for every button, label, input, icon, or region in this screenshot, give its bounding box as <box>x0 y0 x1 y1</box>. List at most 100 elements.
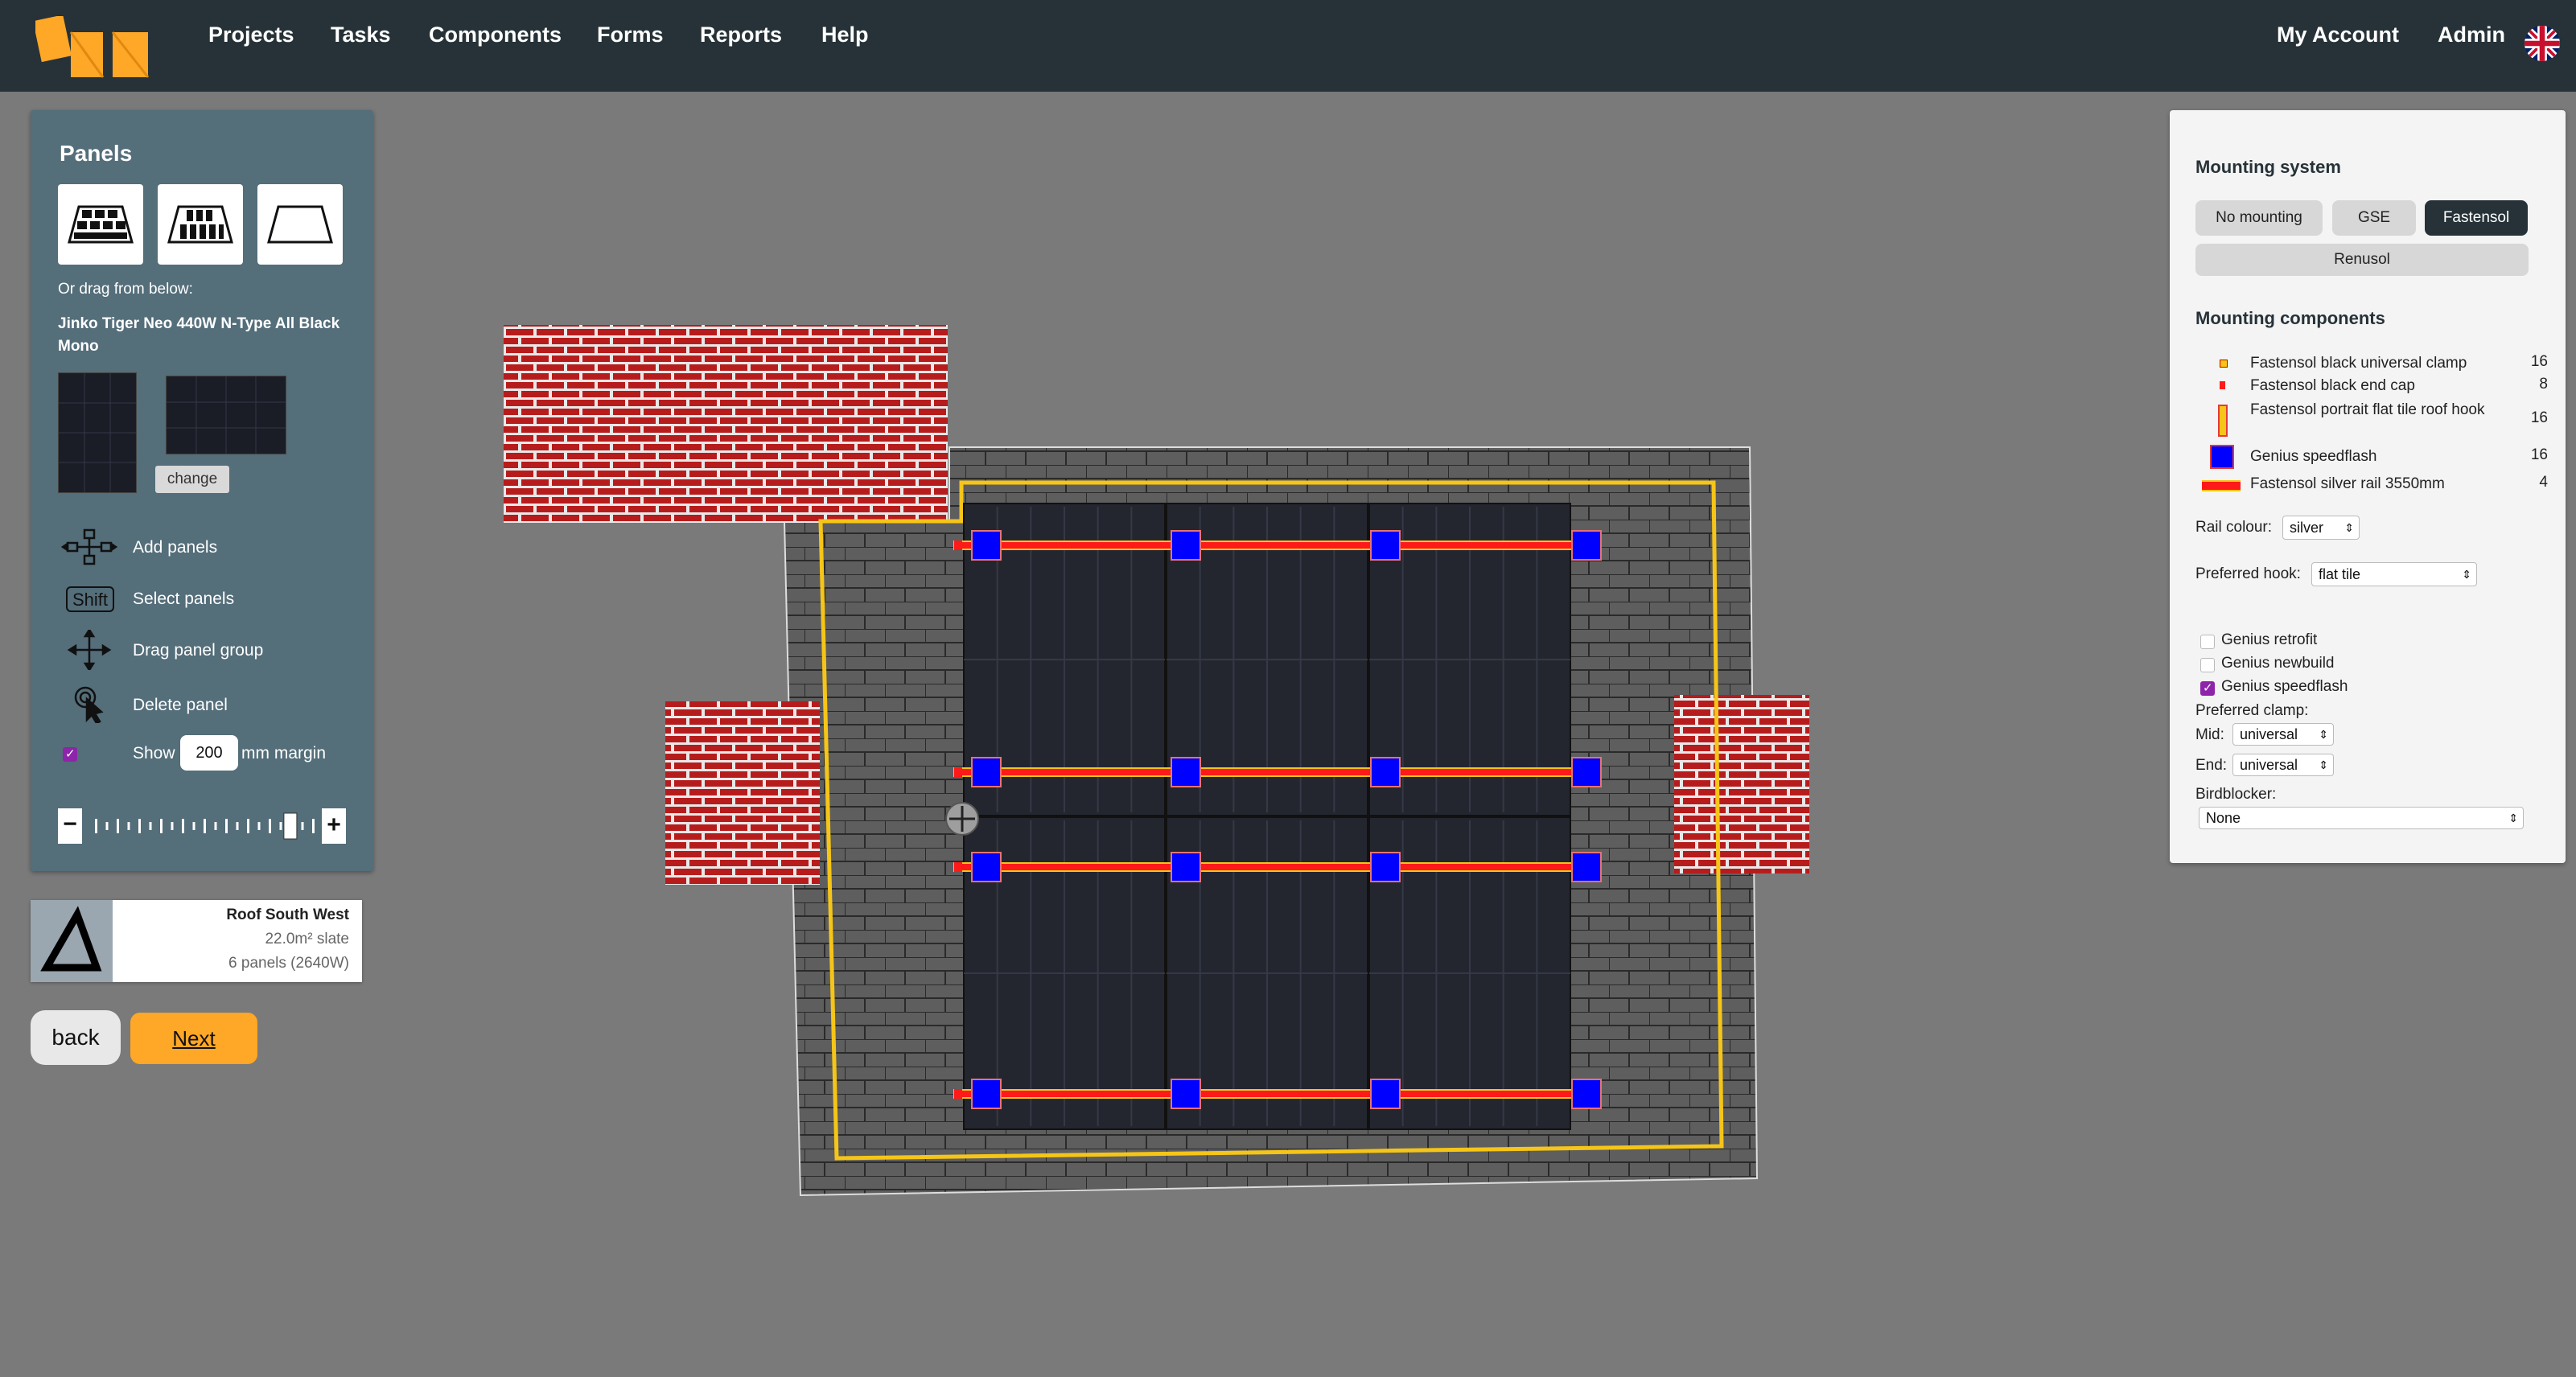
mid-clamp-value: universal <box>2240 726 2298 742</box>
landscape-panels-icon <box>68 205 134 244</box>
speedflash <box>1571 757 1602 787</box>
mounting-option-none[interactable]: No mounting <box>2195 200 2323 236</box>
uk-flag-icon[interactable] <box>2525 26 2560 61</box>
component-row: Fastensol black end cap 8 <box>2194 376 2548 398</box>
add-panels-label: Add panels <box>133 538 218 557</box>
component-qty: 16 <box>2530 446 2548 463</box>
drag-panel-group-label: Drag panel group <box>133 641 264 660</box>
nav-forms[interactable]: Forms <box>597 23 664 47</box>
move-handle-icon[interactable] <box>945 802 979 836</box>
show-label: Show <box>133 744 175 762</box>
panels-tool-panel: Panels Or drag from below: Jinko Tiger N… <box>31 110 373 871</box>
slider-tick <box>312 819 315 833</box>
slider-tick <box>236 822 239 830</box>
mid-clamp-select[interactable]: universal ⇕ <box>2232 723 2334 746</box>
portrait-panel-thumbnail[interactable] <box>58 372 137 493</box>
speedflash <box>1171 1079 1201 1109</box>
component-row: Fastensol black universal clamp 16 <box>2194 353 2548 376</box>
preferred-hook-value: flat tile <box>2319 566 2361 582</box>
mid-clamp-label: Mid: <box>2195 726 2224 743</box>
brick-wall-right <box>1674 695 1809 873</box>
slider-tick <box>257 822 261 830</box>
show-margin-checkbox[interactable] <box>63 746 77 762</box>
speedflash <box>971 1079 1002 1109</box>
component-qty: 8 <box>2539 376 2548 393</box>
speedflash <box>1571 1079 1602 1109</box>
app-logo[interactable] <box>32 14 153 79</box>
slider-tick <box>182 819 184 833</box>
nav-my-account[interactable]: My Account <box>2277 23 2399 47</box>
component-qty: 4 <box>2539 474 2548 491</box>
component-name: Fastensol portrait flat tile roof hook <box>2250 401 2485 418</box>
mounting-option-fastensol[interactable]: Fastensol <box>2425 200 2528 236</box>
component-row: Fastensol silver rail 3550mm 4 <box>2194 474 2548 496</box>
preferred-hook-select[interactable]: flat tile ⇕ <box>2311 562 2477 586</box>
select-arrow-icon: ⇕ <box>2319 728 2328 741</box>
genius-retrofit-checkbox[interactable] <box>2200 635 2215 649</box>
roof-canvas[interactable] <box>483 306 1834 1206</box>
speedflash <box>1370 852 1401 882</box>
component-row: Genius speedflash 16 <box>2194 445 2548 471</box>
margin-input[interactable]: 200 <box>180 735 238 771</box>
slider-tick <box>160 819 163 833</box>
end-cap <box>954 541 962 550</box>
next-button[interactable]: Next <box>130 1013 257 1064</box>
select-arrow-icon: ⇕ <box>2462 568 2471 581</box>
genius-speedflash-checkbox[interactable] <box>2200 680 2215 696</box>
component-row: Fastensol portrait flat tile roof hook 1… <box>2194 400 2548 442</box>
roof-card[interactable]: Roof South West 22.0m² slate 6 panels (2… <box>31 900 362 982</box>
end-clamp-select[interactable]: universal ⇕ <box>2232 754 2334 776</box>
slider-tick <box>138 819 141 833</box>
rail <box>953 767 1590 777</box>
solar-panel-array[interactable] <box>963 503 1571 1130</box>
zoom-in-button[interactable]: + <box>322 808 346 844</box>
zoom-slider[interactable] <box>87 812 336 841</box>
nav-projects[interactable]: Projects <box>208 23 294 47</box>
top-nav-bar: Projects Tasks Components Forms Reports … <box>0 0 2576 92</box>
speedflash <box>1571 530 1602 561</box>
slider-tick <box>192 822 195 830</box>
mounting-components-title: Mounting components <box>2195 308 2385 328</box>
slider-tick <box>214 822 217 830</box>
mounting-option-renusol[interactable]: Renusol <box>2195 244 2529 276</box>
birdblocker-label: Birdblocker: <box>2195 786 2277 803</box>
slider-tick <box>247 819 249 833</box>
nav-admin[interactable]: Admin <box>2438 23 2505 47</box>
rail-colour-select[interactable]: silver ⇕ <box>2282 516 2360 540</box>
component-qty: 16 <box>2530 409 2548 426</box>
zoom-slider-thumb[interactable] <box>283 812 298 840</box>
mounting-option-gse[interactable]: GSE <box>2332 200 2416 236</box>
nav-components[interactable]: Components <box>429 23 562 47</box>
genius-newbuild-checkbox[interactable] <box>2200 658 2215 672</box>
slider-tick <box>225 819 228 833</box>
roof-panel-count: 6 panels (2640W) <box>228 955 349 972</box>
speedflash <box>1171 530 1201 561</box>
speedflash <box>971 530 1002 561</box>
change-panel-button[interactable]: change <box>155 466 229 493</box>
roof-hook-icon <box>2218 405 2228 437</box>
portrait-layout-button[interactable] <box>158 184 243 265</box>
slider-tick <box>204 819 206 833</box>
rail-colour-value: silver <box>2290 520 2324 536</box>
end-cap-icon <box>2220 381 2225 389</box>
roof-triangle-icon <box>40 906 102 972</box>
speedflash <box>1370 757 1401 787</box>
birdblocker-select[interactable]: None ⇕ <box>2199 807 2524 829</box>
nav-reports[interactable]: Reports <box>700 23 782 47</box>
slider-tick <box>279 822 282 830</box>
slider-tick <box>171 822 174 830</box>
add-panels-icon <box>60 527 118 567</box>
panel-model-name: Jinko Tiger Neo 440W N-Type All Black Mo… <box>58 315 340 355</box>
genius-retrofit-label: Genius retrofit <box>2221 631 2318 648</box>
component-name: Genius speedflash <box>2250 448 2377 465</box>
slider-tick <box>105 822 109 830</box>
nav-tasks[interactable]: Tasks <box>331 23 391 47</box>
back-button[interactable]: back <box>31 1010 121 1065</box>
empty-roof-button[interactable] <box>257 184 343 265</box>
zoom-out-button[interactable]: − <box>58 808 82 844</box>
speedflash <box>1171 757 1201 787</box>
slider-tick <box>117 819 119 833</box>
landscape-layout-button[interactable] <box>58 184 143 265</box>
nav-help[interactable]: Help <box>821 23 869 47</box>
landscape-panel-thumbnail[interactable] <box>166 376 286 454</box>
